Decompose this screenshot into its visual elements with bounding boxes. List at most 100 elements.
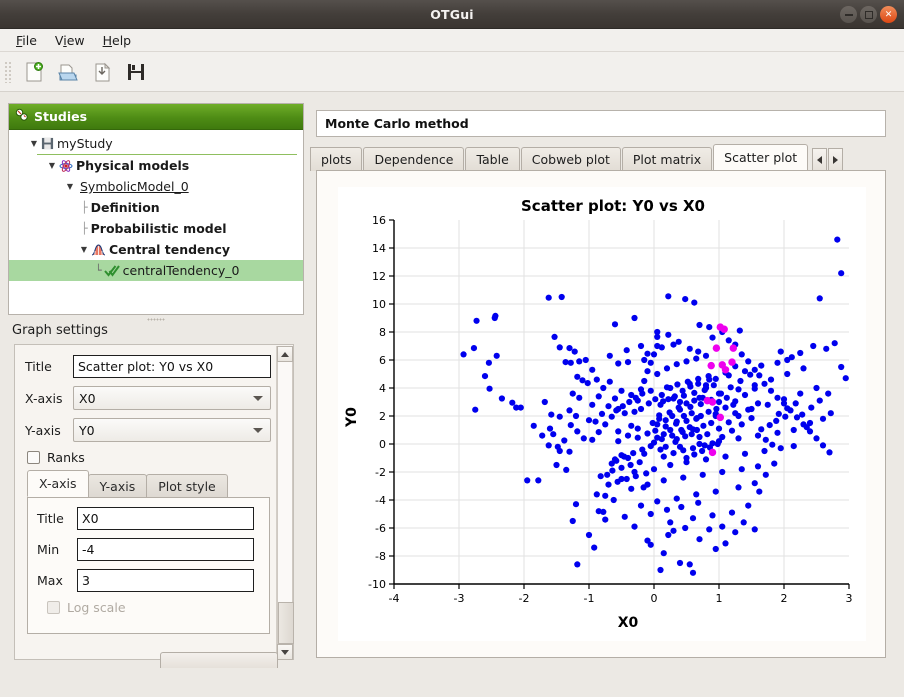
toolbar-grip[interactable] (4, 61, 13, 83)
plot-canvas[interactable]: -10-8-6-4-20246810121416-4-3-2-10123 Sca… (338, 187, 866, 641)
data-point (680, 447, 686, 453)
tree-item-probabilistic-model[interactable]: ├ Probabilistic model (9, 218, 303, 239)
panel-splitter[interactable] (8, 316, 304, 323)
close-button[interactable]: ✕ (880, 6, 897, 23)
y-tick-label: 14 (372, 242, 386, 255)
data-point (546, 442, 552, 448)
axis-title-label: Title (37, 511, 77, 526)
menu-bar: File View Help (0, 29, 904, 52)
graph-title-input[interactable]: Scatter plot: Y0 vs X0 (73, 355, 271, 378)
scroll-up-button[interactable] (277, 346, 293, 362)
data-point (728, 384, 734, 390)
data-point (622, 410, 628, 416)
data-point (791, 443, 797, 449)
data-point (600, 385, 606, 391)
tab-scatter-plot[interactable]: Scatter plot (713, 144, 808, 171)
axis-max-label: Max (37, 573, 77, 588)
data-point (555, 444, 561, 450)
data-point (644, 368, 650, 374)
axis-max-input[interactable]: 3 (77, 569, 254, 592)
settings-bottom-button[interactable] (160, 652, 278, 668)
tab-x-axis[interactable]: X-axis (27, 470, 89, 497)
data-point (677, 560, 683, 566)
chevron-down-icon[interactable]: ▼ (45, 161, 59, 170)
data-point (576, 395, 582, 401)
data-point (711, 382, 717, 388)
window-controls: ✕ (840, 6, 897, 23)
data-point (586, 532, 592, 538)
menu-file[interactable]: File (7, 31, 46, 50)
data-point (823, 346, 829, 352)
tab-table[interactable]: Table (465, 147, 519, 171)
chevron-down-icon[interactable]: ▼ (63, 182, 77, 191)
data-point (661, 454, 667, 460)
grid-lines (394, 220, 849, 584)
tab-plot-matrix[interactable]: Plot matrix (622, 147, 712, 171)
scatter-plot-svg[interactable]: -10-8-6-4-20246810121416-4-3-2-10123 Sca… (338, 187, 866, 641)
data-point (799, 412, 805, 418)
scrollbar-thumb[interactable] (278, 602, 294, 644)
tree-item-physical-models[interactable]: ▼ Physical models (9, 155, 303, 176)
minimize-button[interactable] (840, 6, 857, 23)
data-point (693, 356, 699, 362)
menu-view[interactable]: View (46, 31, 94, 50)
tab-dependence[interactable]: Dependence (363, 147, 464, 171)
settings-scrollbar[interactable] (276, 346, 292, 660)
data-point (683, 400, 689, 406)
scroll-down-button[interactable] (277, 644, 293, 660)
data-point (707, 362, 714, 369)
data-point (782, 414, 788, 420)
data-point (656, 416, 662, 422)
data-point (713, 546, 719, 552)
tab-plots[interactable]: plots (310, 147, 362, 171)
data-point (589, 437, 595, 443)
new-study-icon[interactable] (19, 57, 49, 87)
data-point (609, 414, 615, 420)
data-point (752, 480, 758, 486)
data-point (605, 403, 611, 409)
data-point (561, 437, 567, 443)
axis-title-input[interactable]: X0 (77, 507, 254, 530)
data-point (832, 340, 838, 346)
data-point (566, 449, 572, 455)
axis-tab-strip: X-axis Y-axis Plot style (27, 472, 277, 497)
axis-min-input[interactable]: -4 (77, 538, 254, 561)
open-study-icon[interactable] (53, 57, 83, 87)
data-point (826, 449, 832, 455)
tab-scroll-right[interactable] (828, 148, 843, 171)
data-point (518, 405, 524, 411)
yaxis-select[interactable]: Y0 (73, 418, 271, 442)
data-point (663, 417, 669, 423)
chevron-down-icon[interactable]: ▼ (77, 245, 91, 254)
tab-cobweb-plot[interactable]: Cobweb plot (521, 147, 621, 171)
save-study-icon[interactable] (121, 57, 151, 87)
scrollbar-track[interactable] (277, 362, 293, 644)
data-point (771, 461, 777, 467)
tree-item-definition[interactable]: ├ Definition (9, 197, 303, 218)
tab-plot-style[interactable]: Plot style (146, 474, 228, 497)
data-point (778, 445, 784, 451)
tree-item-central-tendency[interactable]: ▼ Central tendency (9, 239, 303, 260)
data-point (599, 411, 605, 417)
import-python-icon[interactable] (87, 57, 117, 87)
graph-title-label: Title (25, 359, 73, 374)
ranks-checkbox-row[interactable]: Ranks (27, 450, 277, 465)
data-point (680, 388, 686, 394)
tree-item-mystudy[interactable]: ▼ myStudy (9, 133, 303, 154)
studies-icon (15, 108, 29, 125)
chevron-down-icon[interactable]: ▼ (27, 139, 41, 148)
data-point (713, 489, 719, 495)
maximize-button[interactable] (860, 6, 877, 23)
ranks-checkbox[interactable] (27, 451, 40, 464)
data-point (637, 459, 643, 465)
tab-y-axis[interactable]: Y-axis (88, 474, 148, 497)
tree-item-symbolicmodel[interactable]: ▼ SymbolicModel_0 (9, 176, 303, 197)
yaxis-select-value: Y0 (79, 423, 95, 438)
tree-item-centraltendency-0[interactable]: └ centralTendency_0 (9, 260, 303, 281)
x-tick-label: -1 (584, 592, 595, 605)
xaxis-select[interactable]: X0 (73, 386, 271, 410)
data-point (709, 512, 715, 518)
data-point (589, 367, 595, 373)
tab-scroll-left[interactable] (812, 148, 827, 171)
menu-help[interactable]: Help (94, 31, 141, 50)
